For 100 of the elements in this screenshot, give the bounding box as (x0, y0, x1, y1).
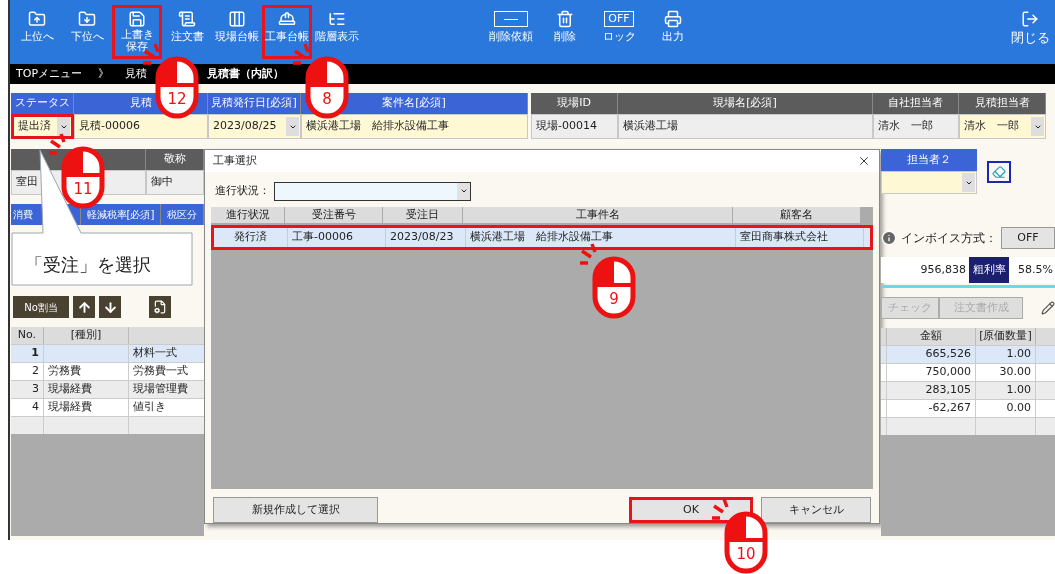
field-value[interactable]: 2023/08/25 (208, 114, 301, 139)
exit-icon (1021, 10, 1039, 28)
step-number: 9 (608, 289, 620, 309)
breadcrumb-item[interactable]: 見積書（内訳） (207, 65, 284, 83)
minus-box-icon (494, 11, 528, 27)
table-cell: 2023/08/23 (386, 228, 466, 247)
toolbar-button[interactable]: 下位へ (62, 5, 112, 59)
toolbar-button[interactable]: 閉じる (1005, 5, 1055, 59)
table-cell: 750,000 (887, 363, 976, 381)
column-header: 金額 (887, 328, 976, 345)
toolbar-button[interactable]: 上書き保存 (112, 5, 162, 59)
breadcrumb-item[interactable]: TOPメニュー (16, 65, 82, 83)
column-header: [種別] (44, 327, 129, 344)
field-value[interactable]: 提出済 (11, 114, 74, 139)
column-header: 自社担当者 (873, 93, 959, 114)
table-cell: 現場管理費 (129, 380, 204, 398)
arrow-down-icon (102, 299, 118, 315)
table-cell: 1.00 (976, 381, 1036, 399)
pencil-icon[interactable] (1041, 301, 1055, 315)
toolbar-button[interactable]: 階層表示 (312, 5, 362, 59)
toolbar-button[interactable]: 削除 (540, 5, 590, 59)
column-header: 工事件名 (463, 207, 733, 223)
info-icon[interactable] (881, 230, 897, 246)
field-value: 横浜港工場 (618, 114, 873, 139)
column-header: [原価数量] (976, 328, 1036, 345)
table-cell (11, 416, 44, 434)
table-cell: 1 (11, 344, 44, 362)
rate-value: 58.5% (1017, 261, 1054, 278)
toolbar-button[interactable]: OFF ロック (592, 5, 646, 59)
table-cell: 労務費一式 (129, 362, 204, 380)
invoice-toggle[interactable]: OFF (1001, 227, 1055, 249)
table-cell: 4 (11, 398, 44, 416)
column-header: 受注番号 (285, 207, 383, 223)
table-cell: 現場経費 (44, 398, 129, 416)
document-icon (178, 10, 196, 28)
field-value[interactable]: 見積-00006 (74, 114, 208, 139)
field-value[interactable]: 横浜港工場 給排水設備工事 (301, 114, 528, 139)
column-header: No. (11, 327, 44, 344)
column-header: 顧客名 (733, 207, 861, 223)
table-cell: 労務費 (44, 362, 129, 380)
table-cell: 発行済 (214, 228, 288, 247)
table-cell (1036, 363, 1055, 381)
dialog-button[interactable]: OK (629, 497, 753, 523)
number-assign-button[interactable]: No割当 (13, 296, 69, 318)
dialog-title: 工事選択 (213, 152, 258, 169)
column-header: 現場名[必須] (618, 93, 873, 114)
mouse-click-icon (579, 243, 637, 319)
step-number: 10 (735, 543, 757, 564)
field-value: 清水 一郎 (873, 114, 959, 139)
hard-hat-icon (278, 10, 296, 28)
printer-icon (664, 10, 682, 28)
table-cell: 1.00 (976, 345, 1036, 363)
column-header: 敬称 (146, 149, 204, 170)
columns-icon (228, 10, 246, 28)
toolbar-button[interactable]: 工事台帳 (262, 5, 312, 59)
invoice-label: インボイス方式： (901, 230, 997, 247)
column-header: 受注日 (383, 207, 463, 223)
settings-file-button[interactable] (149, 296, 171, 318)
table-cell: 0.00 (976, 399, 1036, 417)
field-value: 現場-00014 (531, 114, 618, 139)
dialog-button[interactable]: 新規作成して選択 (213, 497, 378, 523)
column-header: 見積担当者 (959, 93, 1046, 114)
table-cell: 室田商事株式会社 (736, 228, 864, 247)
table-cell: 横浜港工場 給排水設備工事 (466, 228, 736, 247)
field-value: 御中 (146, 170, 204, 195)
status-dropdown[interactable] (274, 182, 471, 201)
rate-label: 粗利率 (969, 257, 1009, 283)
dropdown-button[interactable] (57, 117, 70, 136)
table-cell: 現場経費 (44, 380, 129, 398)
table-cell: 283,105 (887, 381, 976, 399)
dialog-button[interactable]: キャンセル (761, 497, 871, 523)
clear-button[interactable] (987, 161, 1011, 183)
column-header (1036, 328, 1055, 345)
table-cell: 材料一式 (129, 344, 204, 362)
toolbar-button[interactable]: 注文書 (162, 5, 212, 59)
breadcrumb-item[interactable]: 》 (98, 65, 109, 83)
eraser-icon (992, 165, 1006, 179)
toolbar-button[interactable]: 出力 (648, 5, 698, 59)
table-row[interactable]: 発行済 工事-00006 2023/08/23 横浜港工場 給排水設備工事 室田商事株式会社 (211, 225, 873, 250)
column-header: 担当者２ (881, 149, 977, 171)
close-icon[interactable] (857, 154, 871, 168)
move-down-button[interactable] (99, 296, 121, 318)
breadcrumb-item[interactable]: 見積 (125, 65, 147, 83)
table-cell (1036, 417, 1055, 435)
filter-label: 進行状況： (215, 183, 270, 200)
tree-icon (328, 10, 346, 28)
table-cell: 3 (11, 380, 44, 398)
column-header: ステータス (11, 93, 74, 114)
toolbar-button[interactable]: 現場台帳 (212, 5, 262, 59)
move-up-button[interactable] (73, 296, 95, 318)
toolbar-button[interactable]: 削除依頼 (484, 5, 538, 59)
field-value[interactable]: 清水 一郎 (959, 114, 1046, 139)
column-header (881, 328, 887, 345)
file-settings-icon (153, 300, 167, 314)
table-cell: -62,267 (887, 399, 976, 417)
table-cell: 30.00 (976, 363, 1036, 381)
table-cell: 値引き (129, 398, 204, 416)
trash-icon (556, 10, 574, 28)
table-cell (1036, 345, 1055, 363)
toolbar-button[interactable]: 上位へ (12, 5, 62, 59)
